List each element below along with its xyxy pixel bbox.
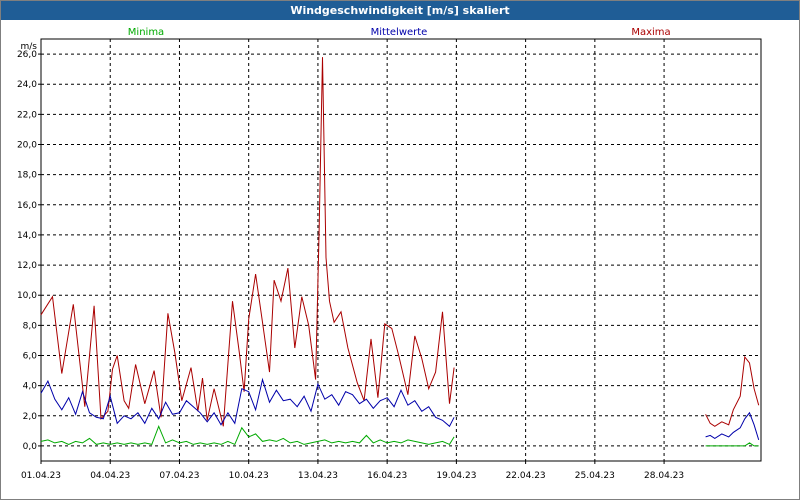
- x-tick-label: 10.04.23: [229, 471, 269, 481]
- y-tick-label: 24,0: [17, 80, 37, 90]
- y-tick-label: 16,0: [17, 201, 37, 211]
- y-tick-label: 20,0: [17, 141, 37, 151]
- y-tick-label: 6,0: [23, 352, 38, 362]
- x-tick-label: 19.04.23: [436, 471, 476, 481]
- y-tick-label: 2,0: [23, 412, 38, 422]
- y-tick-label: 12,0: [17, 261, 37, 271]
- y-tick-label: 10,0: [17, 291, 37, 301]
- x-tick-label: 16.04.23: [367, 471, 407, 481]
- plot-frame: [40, 38, 762, 462]
- y-tick-label: 0,0: [23, 442, 38, 452]
- x-tick-label: 04.04.23: [90, 471, 130, 481]
- y-tick-label: 4,0: [23, 382, 38, 392]
- x-tick-label: 28.04.23: [644, 471, 684, 481]
- legend-item-mittelwerte: Mittelwerte: [371, 27, 428, 38]
- x-tick-label: 25.04.23: [575, 471, 615, 481]
- legend-item-maxima: Maxima: [631, 27, 670, 38]
- x-tick-label: 07.04.23: [159, 471, 199, 481]
- y-axis-unit-label: m/s: [21, 42, 38, 52]
- chart-window: Windgeschwindigkeit [m/s] skaliert 0,0 2,…: [0, 0, 800, 500]
- y-tick-label: 14,0: [17, 231, 37, 241]
- chart-area: 0,0 2,0 4,0 6,0 8,0 10,0 12,0 14,0 16,0 18,0 20,0 2…: [17, 27, 762, 481]
- x-tick-label: 01.04.23: [21, 471, 61, 481]
- x-tick-label: 13.04.23: [298, 471, 338, 481]
- y-tick-label: 22,0: [17, 110, 37, 120]
- legend-item-minima: Minima: [128, 27, 164, 38]
- y-tick-label: 8,0: [23, 321, 38, 331]
- x-tick-label: 22.04.23: [506, 471, 546, 481]
- y-tick-label: 18,0: [17, 171, 37, 181]
